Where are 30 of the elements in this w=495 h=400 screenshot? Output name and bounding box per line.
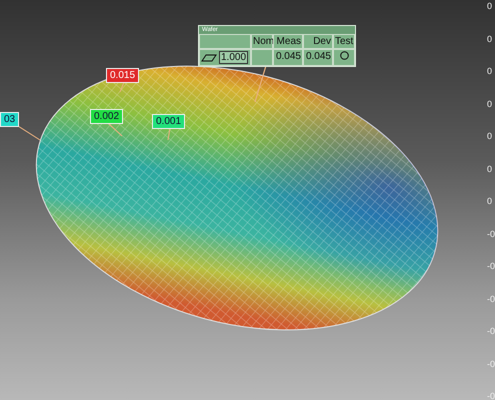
leader-line [108,122,122,136]
scale-label: 0 [487,195,494,208]
flatness-icon [201,54,217,62]
leader-line [120,82,124,92]
leader-line [18,126,40,140]
scale-label: -0 [487,260,495,272]
column-header: Dev [303,34,333,49]
scale-label: 0 [487,162,494,175]
measured-value: 0.045 [273,49,303,66]
scale-label: 0 [487,0,494,12]
deviation-label: 0.015 [106,68,140,83]
scale-label: 0 [487,32,494,45]
scale-label: -0 [487,228,495,240]
scale-label: 0 [487,65,494,78]
scale-label: -0 [487,390,495,400]
scale-label: -0 [487,325,495,338]
deviation-label: 0.002 [90,109,124,124]
deviation-label: 03 [0,112,20,127]
scale-label: -0 [487,358,495,370]
scale-label: -0 [487,292,495,305]
column-header: Test [333,34,355,49]
column-header: Nom [251,34,273,49]
circle-icon [340,51,348,60]
scale-label: 0 [487,98,494,110]
leader-line [168,128,170,140]
scale-label: 0 [487,130,494,142]
deviation-value: 0.045 [303,49,333,66]
nominal-value: 1.000 [219,51,248,64]
deviation-label: 0.001 [152,114,186,129]
column-header: Meas [273,34,303,49]
